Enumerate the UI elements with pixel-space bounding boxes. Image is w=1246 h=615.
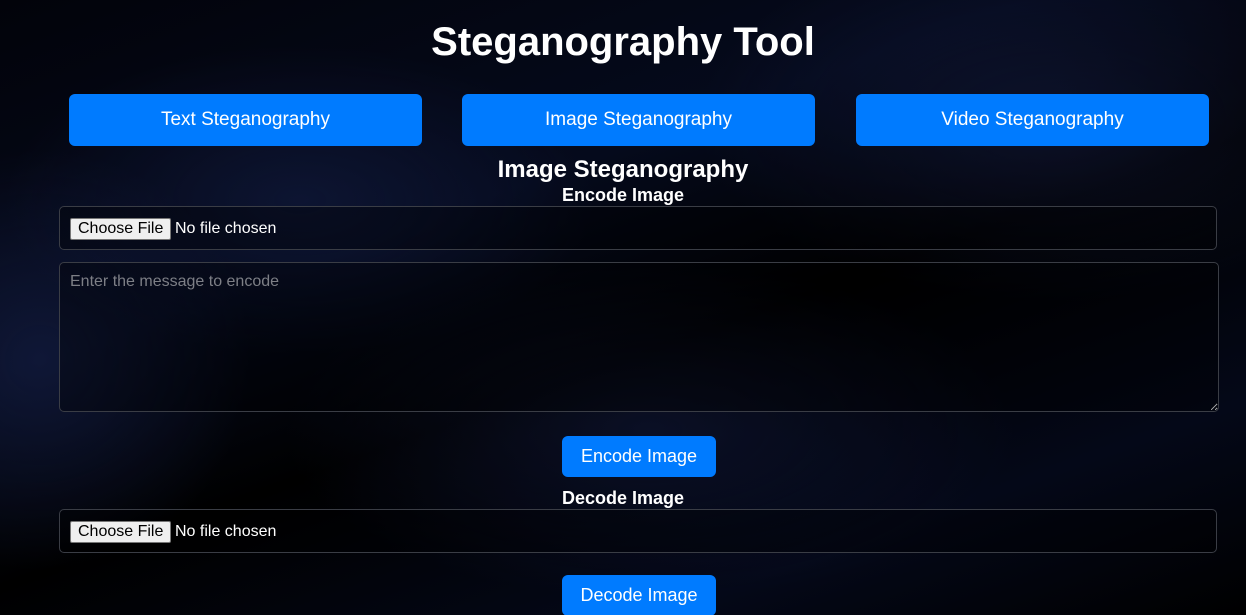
encode-heading: Encode Image <box>561 185 685 205</box>
encode-choose-file-button[interactable]: Choose File <box>70 218 172 240</box>
decode-file-input[interactable]: Choose File No file chosen <box>59 509 1217 553</box>
section-title: Image Steganography <box>497 156 749 183</box>
text-steganography-button[interactable]: Text Steganography <box>69 94 422 146</box>
decode-choose-file-button[interactable]: Choose File <box>70 521 172 543</box>
decode-image-button[interactable]: Decode Image <box>562 575 716 615</box>
encode-file-input[interactable]: Choose File No file chosen <box>59 206 1217 250</box>
decode-heading: Decode Image <box>561 488 685 508</box>
video-steganography-button[interactable]: Video Steganography <box>856 94 1209 146</box>
encode-file-status: No file chosen <box>175 220 277 237</box>
message-input[interactable] <box>59 262 1219 412</box>
encode-image-button[interactable]: Encode Image <box>562 436 716 477</box>
page-title: Steganography Tool <box>431 20 815 64</box>
image-steganography-button[interactable]: Image Steganography <box>462 94 815 146</box>
decode-file-status: No file chosen <box>175 523 277 540</box>
